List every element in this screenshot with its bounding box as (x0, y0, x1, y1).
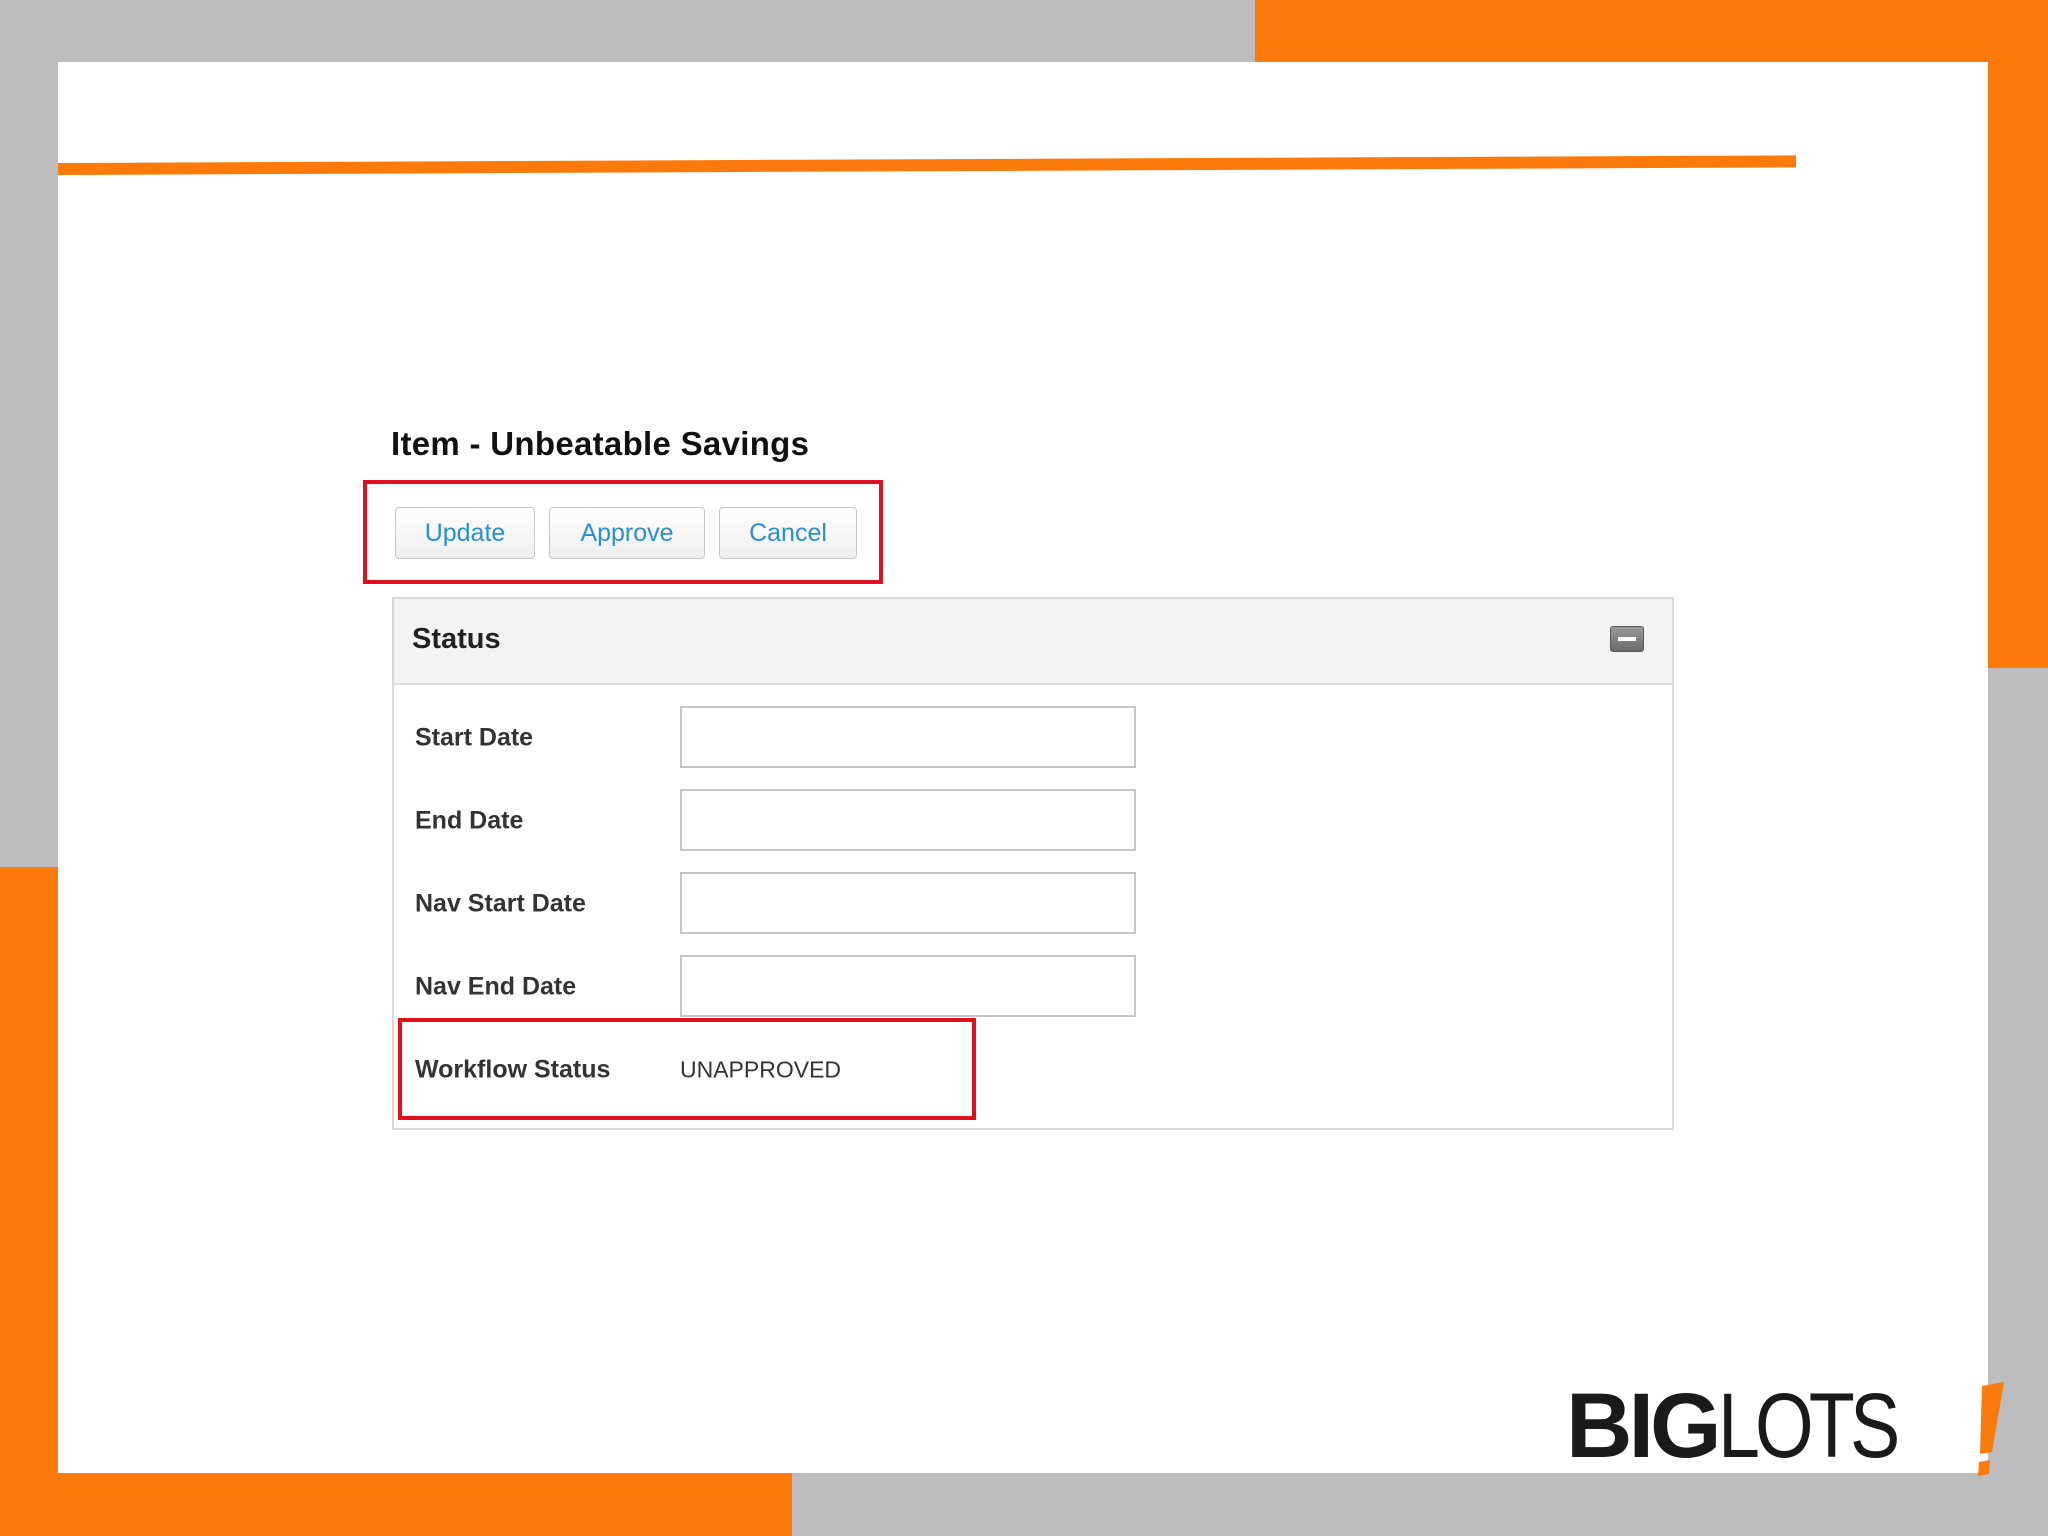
decor-bar-bottom-left (0, 1473, 792, 1536)
slide-canvas: Item - Unbeatable Savings Update Approve… (57, 62, 2004, 1477)
field-row-end-date: End Date (394, 789, 1672, 853)
big-lots-logo: BIG LOTS (1566, 1375, 2004, 1477)
nav-start-date-input[interactable] (680, 872, 1136, 934)
decor-bar-top-right (1255, 0, 2048, 62)
status-panel: Status Start Date End Date Nav Start Dat… (392, 597, 1674, 1130)
field-row-workflow-status: Workflow Status UNAPPROVED (394, 1038, 1672, 1102)
decor-bar-left (0, 867, 58, 1536)
update-button[interactable]: Update (395, 507, 535, 559)
end-date-input[interactable] (680, 789, 1136, 851)
end-date-label: End Date (415, 806, 524, 835)
start-date-label: Start Date (415, 723, 534, 752)
workflow-status-value: UNAPPROVED (680, 1056, 842, 1083)
status-panel-header: Status (394, 599, 1672, 685)
approve-button[interactable]: Approve (549, 507, 705, 559)
start-date-input[interactable] (680, 706, 1136, 768)
nav-start-date-label: Nav Start Date (415, 889, 586, 918)
logo-lots-text: LOTS (1717, 1375, 1900, 1477)
nav-end-date-label: Nav End Date (415, 972, 577, 1001)
slide-stage: Item - Unbeatable Savings Update Approve… (0, 0, 2048, 1536)
orange-divider (57, 155, 1797, 175)
minus-icon[interactable] (1610, 626, 1644, 652)
status-panel-title: Status (412, 623, 501, 655)
nav-end-date-input[interactable] (680, 955, 1136, 1017)
decor-bar-right (1988, 0, 2048, 668)
field-row-start-date: Start Date (394, 706, 1672, 770)
form-title: Item - Unbeatable Savings (391, 425, 810, 462)
field-row-nav-end-date: Nav End Date (394, 955, 1672, 1019)
field-row-nav-start-date: Nav Start Date (394, 872, 1672, 936)
form-toolbar: Update Approve Cancel (395, 507, 857, 559)
workflow-status-label: Workflow Status (415, 1055, 611, 1084)
cancel-button[interactable]: Cancel (719, 507, 857, 559)
logo-big-text: BIG (1566, 1375, 1722, 1477)
logo-exclamation-icon (1978, 1382, 2004, 1476)
